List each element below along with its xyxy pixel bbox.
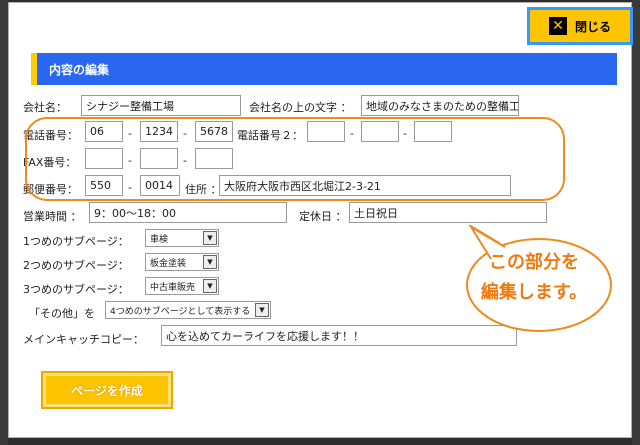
company-label: 会社名： <box>23 101 67 114</box>
edit-dialog: ✕ 閉じる 内容の編集 会社名： シナジー整備工場 会社名の上の文字 ： 地域の… <box>8 2 633 438</box>
other-select[interactable]: 4つめのサブページとして表示する ▼ <box>105 301 271 319</box>
company-sub-input[interactable]: 地域のみなさまのための整備工 <box>361 95 519 116</box>
close-icon: ✕ <box>548 17 567 35</box>
subpage-1-select[interactable]: 車検 ▼ <box>145 229 219 247</box>
hours-label: 営業時間 ： <box>23 210 82 223</box>
chevron-down-icon: ▼ <box>255 303 269 317</box>
subpage-2-label: 2つめのサブページ： <box>23 259 129 272</box>
chevron-down-icon: ▼ <box>203 255 217 269</box>
company-sub-label: 会社名の上の文字 ： <box>249 101 352 114</box>
callout-text: この部分を 編集します。 <box>464 248 604 308</box>
fax-dash-2: - <box>183 154 187 167</box>
subpage-3-label: 3つめのサブページ： <box>23 283 129 296</box>
subpage-2-value: 板金塗装 <box>150 258 187 269</box>
holiday-label: 定休日 ： <box>299 210 347 223</box>
callout-line-1: この部分を <box>489 252 579 273</box>
fax-input-1[interactable] <box>85 148 123 169</box>
chevron-down-icon: ▼ <box>203 279 217 293</box>
address-label: 住所 ： <box>185 183 222 196</box>
phone-input-3[interactable]: 5678 <box>195 121 233 142</box>
fax-dash-1: - <box>128 154 132 167</box>
subpage-3-select[interactable]: 中古車販売 ▼ <box>145 277 219 295</box>
create-page-button[interactable]: ページを作成 <box>41 371 173 409</box>
phone2-input-3[interactable] <box>414 121 452 142</box>
fax-input-3[interactable] <box>195 148 233 169</box>
phone-label: 電話番号： <box>23 129 78 142</box>
other-label: 「その他」を <box>29 307 95 320</box>
background-right <box>632 0 640 445</box>
company-name-input[interactable]: シナジー整備工場 <box>81 95 241 116</box>
postal-dash: - <box>128 181 132 194</box>
catchcopy-label: メインキャッチコピー： <box>23 333 144 346</box>
catchcopy-input[interactable]: 心を込めてカーライフを応援します！！ <box>161 325 517 346</box>
close-button[interactable]: ✕ 閉じる <box>527 7 633 45</box>
phone2-label: 電話番号２： <box>237 129 303 142</box>
subpage-2-select[interactable]: 板金塗装 ▼ <box>145 253 219 271</box>
postal-input-1[interactable]: 550 <box>85 175 123 196</box>
other-value: 4つめのサブページとして表示する <box>110 306 251 317</box>
address-input[interactable]: 大阪府大阪市西区北堀江2-3-21 <box>219 175 511 196</box>
close-label: 閉じる <box>574 19 611 34</box>
subpage-3-value: 中古車販売 <box>150 282 196 293</box>
postal-input-2[interactable]: 0014 <box>140 175 180 196</box>
phone2-input-1[interactable] <box>307 121 345 142</box>
background-left <box>0 0 8 445</box>
fax-input-2[interactable] <box>140 148 178 169</box>
phone2-dash-2: - <box>403 127 407 140</box>
fax-label: FAX番号： <box>23 156 77 169</box>
phone-dash-2: - <box>183 127 187 140</box>
postal-label: 郵便番号： <box>23 183 78 196</box>
subpage-1-label: 1つめのサブページ： <box>23 235 129 248</box>
subpage-1-value: 車検 <box>150 234 169 245</box>
phone2-dash-1: - <box>350 127 354 140</box>
phone-dash-1: - <box>128 127 132 140</box>
phone-input-2[interactable]: 1234 <box>140 121 178 142</box>
holiday-input[interactable]: 土日祝日 <box>349 202 547 223</box>
phone-input-1[interactable]: 06 <box>85 121 123 142</box>
chevron-down-icon: ▼ <box>203 231 217 245</box>
hours-input[interactable]: 9：00〜18：00 <box>89 202 287 223</box>
phone2-input-2[interactable] <box>361 121 399 142</box>
section-title: 内容の編集 <box>31 53 617 85</box>
callout-line-2: 編集します。 <box>480 282 588 303</box>
